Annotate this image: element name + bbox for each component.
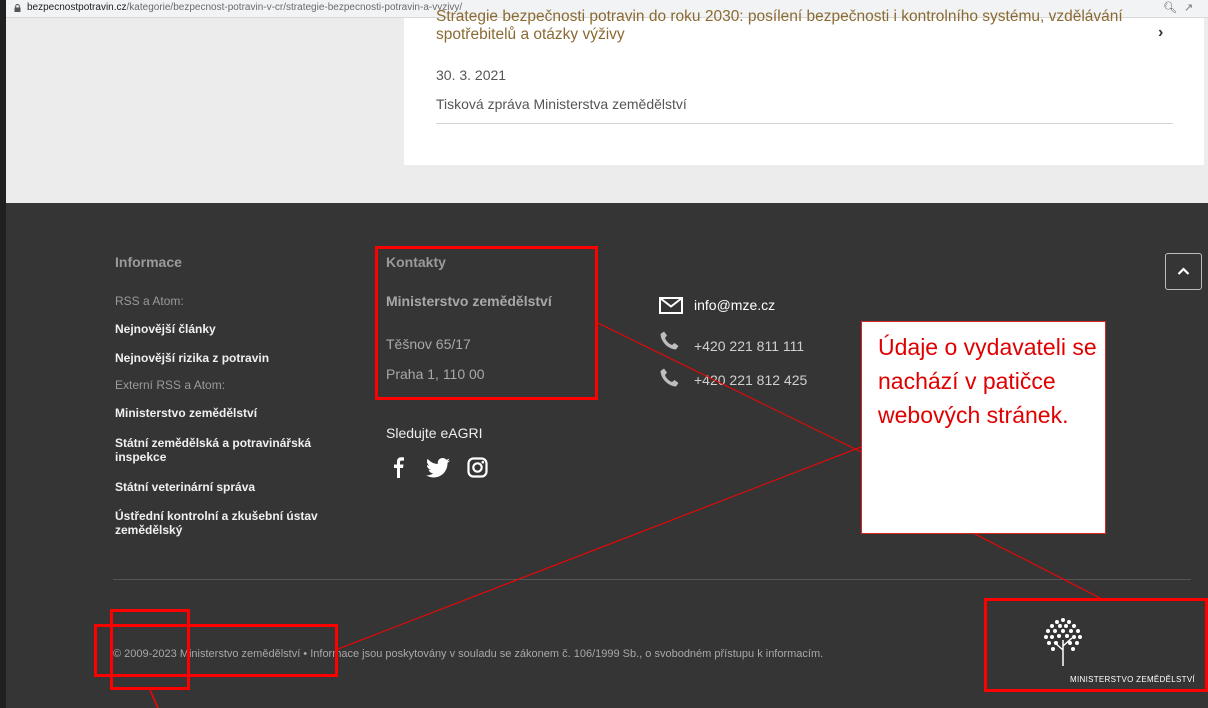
annotation-line <box>337 446 862 650</box>
annotation-line <box>974 533 1101 599</box>
annotation-callout: Údaje o vydavateli se nachází v patičce … <box>861 321 1106 534</box>
annotation-line <box>149 689 159 708</box>
highlight-box-contacts <box>375 246 598 400</box>
highlight-box-copyright-year <box>110 609 190 690</box>
highlight-box-logo <box>984 598 1208 692</box>
annotation-callout-text: Údaje o vydavateli se nachází v patičce … <box>878 334 1097 428</box>
